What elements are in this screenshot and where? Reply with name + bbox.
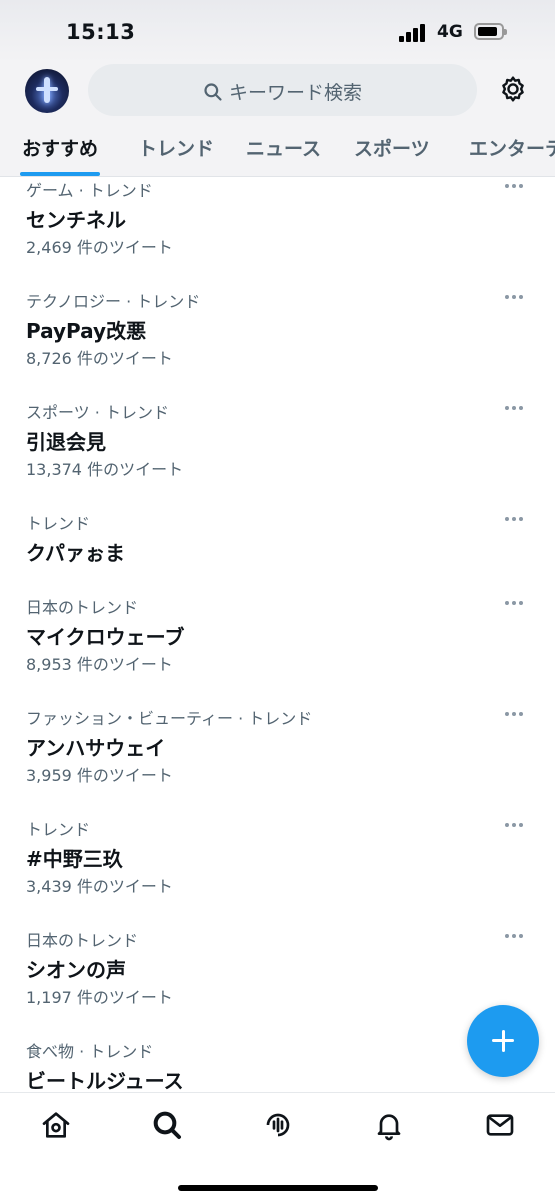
trend-count: 8,953 件のツイート bbox=[26, 655, 173, 674]
tab-trends[interactable]: トレンド bbox=[138, 134, 214, 161]
trend-item[interactable]: トレンド #中野三玖 3,439 件のツイート bbox=[0, 816, 555, 927]
trend-title: #中野三玖 bbox=[26, 847, 123, 871]
trend-category: 日本のトレンド bbox=[26, 598, 139, 617]
more-icon[interactable] bbox=[505, 598, 529, 608]
more-icon[interactable] bbox=[505, 820, 529, 830]
trend-count: 13,374 件のツイート bbox=[26, 460, 184, 479]
more-icon[interactable] bbox=[505, 514, 529, 524]
trend-item[interactable]: 日本のトレンド マイクロウェーブ 8,953 件のツイート bbox=[0, 594, 555, 705]
trend-item[interactable]: ファッション・ビューティー · トレンド アンハサウェイ 3,959 件のツイー… bbox=[0, 705, 555, 816]
trend-item[interactable]: ゲーム · トレンド センチネル 2,469 件のツイート bbox=[0, 177, 555, 288]
signal-icon bbox=[399, 24, 429, 42]
status-bar: 15:13 4G bbox=[0, 0, 555, 62]
search-icon[interactable] bbox=[151, 1109, 183, 1141]
compose-button[interactable] bbox=[467, 1005, 539, 1077]
avatar[interactable] bbox=[25, 69, 69, 113]
more-icon[interactable] bbox=[505, 292, 529, 302]
more-icon[interactable] bbox=[505, 403, 529, 413]
bottom-nav bbox=[0, 1092, 555, 1201]
mail-icon[interactable] bbox=[484, 1109, 516, 1141]
trend-title: マイクロウェーブ bbox=[26, 625, 185, 649]
trend-count: 3,959 件のツイート bbox=[26, 766, 173, 785]
gear-icon[interactable] bbox=[497, 73, 529, 105]
trend-category: テクノロジー · トレンド bbox=[26, 292, 201, 311]
trend-item[interactable]: スポーツ · トレンド 引退会見 13,374 件のツイート bbox=[0, 399, 555, 510]
trend-count: 3,439 件のツイート bbox=[26, 877, 173, 896]
spaces-icon[interactable] bbox=[262, 1109, 294, 1141]
trend-title: 引退会見 bbox=[26, 430, 106, 454]
trend-category: ゲーム · トレンド bbox=[26, 181, 153, 200]
trend-item[interactable]: テクノロジー · トレンド PayPay改悪 8,726 件のツイート bbox=[0, 288, 555, 399]
tab-sports[interactable]: スポーツ bbox=[354, 134, 430, 161]
tab-entertainment[interactable]: エンターテ bbox=[469, 134, 555, 161]
trend-title: クパァぉま bbox=[26, 541, 125, 565]
trend-category: 食べ物 · トレンド bbox=[26, 1042, 154, 1061]
home-indicator bbox=[178, 1185, 378, 1191]
trend-title: ビートルジュース bbox=[26, 1069, 184, 1092]
more-icon[interactable] bbox=[505, 181, 529, 191]
trend-list: ゲーム · トレンド センチネル 2,469 件のツイート テクノロジー · ト… bbox=[0, 177, 555, 1092]
trend-title: シオンの声 bbox=[26, 958, 126, 982]
trend-count: 1,197 件のツイート bbox=[26, 988, 173, 1007]
trend-category: 日本のトレンド bbox=[26, 931, 139, 950]
network-label: 4G bbox=[437, 22, 463, 42]
search-icon bbox=[204, 83, 222, 101]
more-icon[interactable] bbox=[505, 931, 529, 941]
trend-category: スポーツ · トレンド bbox=[26, 403, 169, 422]
bell-icon[interactable] bbox=[373, 1109, 405, 1141]
battery-icon bbox=[474, 23, 507, 40]
search-input[interactable]: キーワード検索 bbox=[88, 64, 477, 116]
tab-recommended[interactable]: おすすめ bbox=[22, 134, 98, 161]
trend-category: ファッション・ビューティー · トレンド bbox=[26, 709, 313, 728]
trend-category: トレンド bbox=[26, 514, 91, 533]
trend-title: センチネル bbox=[26, 208, 126, 232]
top-header: キーワード検索 bbox=[0, 62, 555, 122]
active-tab-indicator bbox=[20, 172, 100, 176]
trend-count: 2,469 件のツイート bbox=[26, 238, 173, 257]
status-time: 15:13 bbox=[66, 20, 136, 44]
trend-title: PayPay改悪 bbox=[26, 319, 147, 343]
search-placeholder: キーワード検索 bbox=[228, 82, 362, 104]
trend-category: トレンド bbox=[26, 820, 91, 839]
explore-tabs: おすすめ トレンド ニュース スポーツ エンターテ bbox=[0, 122, 555, 177]
more-icon[interactable] bbox=[505, 709, 529, 719]
trend-item[interactable]: トレンド クパァぉま bbox=[0, 510, 555, 594]
home-icon[interactable] bbox=[40, 1109, 72, 1141]
tab-news[interactable]: ニュース bbox=[246, 134, 321, 161]
trend-title: アンハサウェイ bbox=[26, 736, 166, 760]
trend-count: 8,726 件のツイート bbox=[26, 349, 173, 368]
